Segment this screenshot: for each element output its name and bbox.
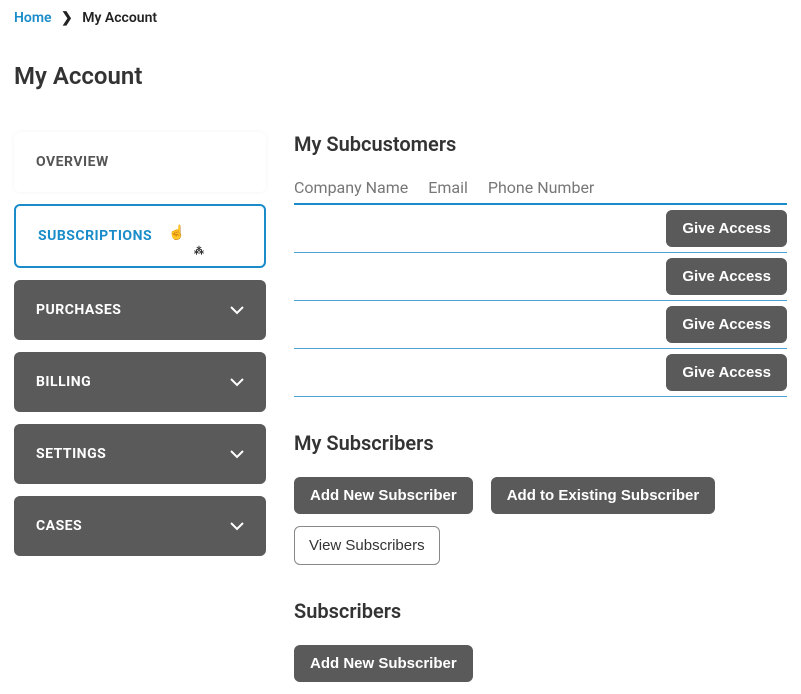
nav-cases-label: CASES <box>36 518 82 534</box>
nav-billing-label: BILLING <box>36 374 91 390</box>
nav-cases[interactable]: CASES <box>14 496 266 556</box>
nav-settings-label: SETTINGS <box>36 446 106 462</box>
table-row: Give Access <box>294 205 787 253</box>
give-access-button[interactable]: Give Access <box>666 258 787 295</box>
chevron-right-icon: ❯ <box>61 10 73 26</box>
table-row: Give Access <box>294 349 787 397</box>
add-to-existing-subscriber-button[interactable]: Add to Existing Subscriber <box>491 477 716 514</box>
subscribers-section-title: Subscribers <box>294 599 787 623</box>
chevron-down-icon <box>230 447 244 461</box>
table-header: Company Name Email Phone Number <box>294 178 787 205</box>
table-row: Give Access <box>294 253 787 301</box>
breadcrumb-home-link[interactable]: Home <box>14 10 52 26</box>
give-access-button[interactable]: Give Access <box>666 354 787 391</box>
breadcrumb-current: My Account <box>82 10 157 26</box>
page-title: My Account <box>14 62 787 90</box>
breadcrumb: Home ❯ My Account <box>14 10 787 26</box>
subscribers-title: My Subscribers <box>294 431 787 455</box>
give-access-button[interactable]: Give Access <box>666 210 787 247</box>
nav-purchases-label: PURCHASES <box>36 302 121 318</box>
add-new-subscriber-button-2[interactable]: Add New Subscriber <box>294 645 473 682</box>
subcustomers-title: My Subcustomers <box>294 132 787 156</box>
chevron-down-icon <box>230 519 244 533</box>
nav-overview-label: OVERVIEW <box>36 154 109 170</box>
col-company: Company Name <box>294 178 408 197</box>
give-access-button[interactable]: Give Access <box>666 306 787 343</box>
col-phone: Phone Number <box>488 178 594 197</box>
col-email: Email <box>428 178 468 197</box>
chevron-down-icon <box>230 375 244 389</box>
nav-subscriptions[interactable]: SUBSCRIPTIONS ☝ ⁂ <box>14 204 266 268</box>
view-subscribers-button[interactable]: View Subscribers <box>294 526 440 565</box>
loading-dots-icon: ⁂ <box>194 246 205 257</box>
nav-overview[interactable]: OVERVIEW <box>14 132 266 192</box>
main-content: My Subcustomers Company Name Email Phone… <box>294 132 787 694</box>
add-new-subscriber-button[interactable]: Add New Subscriber <box>294 477 473 514</box>
nav-settings[interactable]: SETTINGS <box>14 424 266 484</box>
chevron-down-icon <box>230 303 244 317</box>
nav-billing[interactable]: BILLING <box>14 352 266 412</box>
cursor-icon: ☝ <box>168 225 186 241</box>
table-row: Give Access <box>294 301 787 349</box>
nav-subscriptions-label: SUBSCRIPTIONS <box>38 228 152 244</box>
sidebar: OVERVIEW SUBSCRIPTIONS ☝ ⁂ PURCHASES BIL… <box>14 132 266 694</box>
nav-purchases[interactable]: PURCHASES <box>14 280 266 340</box>
